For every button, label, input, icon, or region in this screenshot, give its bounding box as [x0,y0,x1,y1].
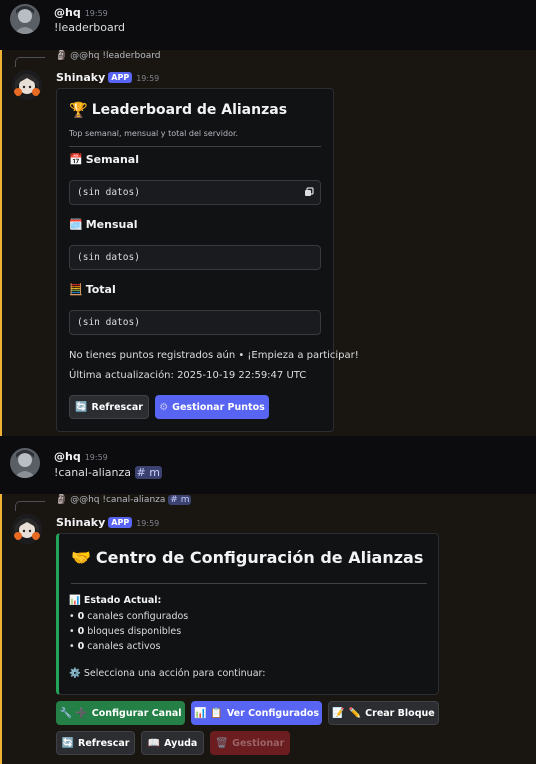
field-total-name: 🧮 Total [69,283,116,296]
channel-mention[interactable]: # m [168,495,192,505]
calendar-tearoff-icon: 🗓️ [69,218,83,231]
reply-avatar-icon: 🗿 [56,495,68,505]
refresh-button[interactable]: 🔄 Refrescar [69,395,149,419]
embed-title: 🤝 Centro de Configuración de Alianzas [71,548,424,567]
field-total-value: (sin datos) [69,310,321,335]
leaderboard-embed: 🏆 Leaderboard de Alianzas Top semanal, me… [56,88,359,432]
stat-active-channels: • 0 canales activos [69,641,161,652]
manage-points-button[interactable]: ⚙ Gestionar Puntos [155,395,269,419]
username[interactable]: Shinaky [56,516,105,529]
view-configured-button[interactable]: 📊 📋 Ver Configurados [191,701,322,725]
message-text: !leaderboard [54,21,126,34]
divider [69,146,321,147]
username[interactable]: Shinaky [56,71,105,84]
abacus-icon: 🧮 [69,283,83,296]
message-shinaky-config: 🗿 @@hq !canal-alianza # m Shinaky APP 19:5… [0,494,536,764]
message-text: !canal-alianza # m [54,466,162,479]
footer-points-status: No tienes puntos registrados aún • ¡Empi… [69,350,359,361]
bar-chart-icon: 📊 [193,707,207,719]
timestamp: 19:59 [84,453,108,462]
message-shinaky-leaderboard: 🗿 @@hq !leaderboard Shinaky APP 19:59 🏆 Lea… [0,50,536,436]
timestamp: 19:59 [136,519,160,528]
reply-preview[interactable]: 🗿 @@hq !canal-alianza # m [56,495,192,505]
plus-icon: ➕ [75,707,88,719]
hash-icon: # [170,495,178,505]
timestamp: 19:59 [84,9,108,18]
embed-title: 🏆 Leaderboard de Alianzas [69,101,288,119]
field-weekly-value: (sin datos) [69,180,321,205]
bar-chart-icon: 📊 [69,595,81,606]
configure-channel-button[interactable]: 🔧 ➕ Configurar Canal [56,701,185,725]
message-hq-leaderboard: @hq 19:59 !leaderboard [0,0,536,46]
avatar[interactable] [10,448,40,478]
status-heading: 📊 Estado Actual: [69,595,162,606]
reply-preview[interactable]: 🗿 @@hq !leaderboard [56,51,160,61]
memo-icon: 📝 [332,707,345,719]
footer-last-updated: Última actualización: 2025-10-19 22:59:4… [69,370,307,381]
action-prompt: ⚙️ Selecciona una acción para continuar: [69,668,266,679]
hash-icon: # [136,466,146,479]
avatar[interactable] [10,4,40,34]
avatar[interactable] [12,514,42,544]
refresh-icon: 🔄 [75,401,88,413]
embed-subtitle: Top semanal, mensual y total del servido… [69,129,239,138]
manage-button[interactable]: 🗑️ Gestionar [210,731,290,755]
app-badge: APP [108,517,133,528]
trash-icon: 🗑️ [215,737,229,749]
refresh-icon: 🔄 [61,737,75,749]
divider [71,583,427,584]
field-monthly-value: (sin datos) [69,245,321,270]
field-weekly-name: 📅 Semanal [69,153,139,166]
reply-connector [15,57,45,67]
stat-available-blocks: • 0 bloques disponibles [69,626,182,637]
username[interactable]: @hq [54,450,81,463]
username[interactable]: @hq [54,6,81,19]
trophy-icon: 🏆 [69,101,88,119]
create-block-button[interactable]: 📝 ✏️ Crear Bloque [328,701,439,725]
settings-icon: ⚙ [159,401,169,413]
reply-avatar-icon: 🗿 [56,51,68,61]
config-embed: 🤝 Centro de Configuración de Alianzas 📊 E… [56,533,439,695]
pencil-icon: ✏️ [348,707,362,719]
refresh-button[interactable]: 🔄 Refrescar [56,731,135,755]
stat-configured-channels: • 0 canales configurados [69,611,189,622]
timestamp: 19:59 [136,74,160,83]
calendar-icon: 📅 [69,153,83,166]
clipboard-icon: 📋 [210,707,223,719]
wrench-icon: 🔧 [59,707,72,719]
message-hq-canal-alianza: @hq 19:59 !canal-alianza # m [0,444,536,490]
help-button[interactable]: 📖 Ayuda [141,731,204,755]
book-icon: 📖 [147,737,161,749]
copy-icon[interactable] [304,187,314,197]
handshake-icon: 🤝 [71,548,91,567]
gear-icon: ⚙️ [69,668,81,679]
field-monthly-name: 🗓️ Mensual [69,218,138,231]
channel-mention[interactable]: # m [134,466,162,479]
app-badge: APP [108,72,133,83]
avatar[interactable] [12,70,42,100]
reply-connector [15,501,45,511]
